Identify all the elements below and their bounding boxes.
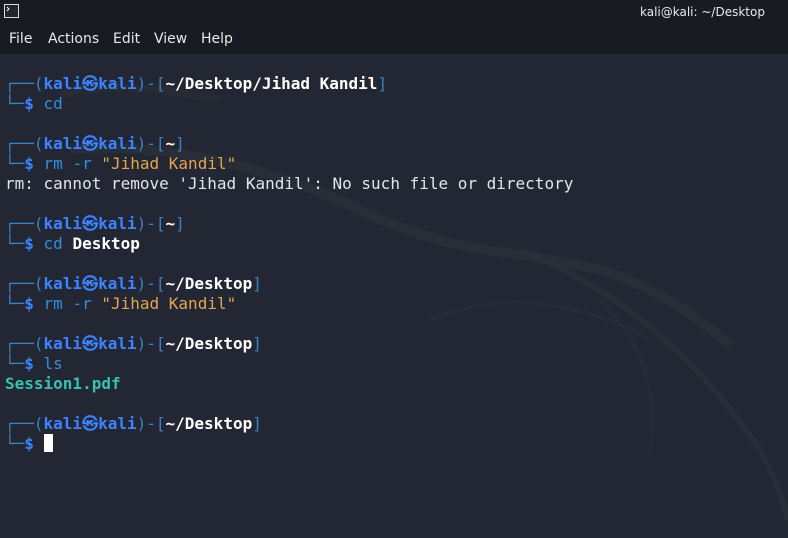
menu-actions[interactable]: Actions <box>48 31 99 47</box>
command: rm -r <box>43 294 92 313</box>
command-string-arg: "Jihad Kandil" <box>101 294 237 313</box>
current-path: ~/Desktop/Jihad Kandil <box>165 74 378 93</box>
prompt-header: ┌──(kali㉿kali)-[~] <box>5 134 185 153</box>
current-path: ~/Desktop <box>165 414 253 433</box>
command-line: └─$ rm -r "Jihad Kandil" <box>5 154 237 173</box>
current-path: ~ <box>165 134 176 153</box>
prompt-header: ┌──(kali㉿kali)-[~/Desktop/Jihad Kandil] <box>5 74 388 93</box>
command-line: └─$ cd <box>5 94 63 113</box>
command-string-arg: "Jihad Kandil" <box>101 154 237 173</box>
prompt-header: ┌──(kali㉿kali)-[~/Desktop] <box>5 334 262 353</box>
command: rm -r <box>43 154 92 173</box>
current-path: ~/Desktop <box>165 334 253 353</box>
title-bar: kali@kali: ~/Desktop <box>0 0 788 24</box>
window-title: kali@kali: ~/Desktop <box>640 5 765 19</box>
kali-skull-icon: ㉿ <box>82 74 99 93</box>
current-path: ~/Desktop <box>165 274 253 293</box>
menu-view[interactable]: View <box>154 31 187 47</box>
kali-skull-icon: ㉿ <box>82 214 99 233</box>
command-output: rm: cannot remove 'Jihad Kandil': No suc… <box>5 174 574 193</box>
command-line: └─$ rm -r "Jihad Kandil" <box>5 294 237 313</box>
prompt-header: ┌──(kali㉿kali)-[~] <box>5 214 185 233</box>
text-cursor <box>43 434 53 452</box>
menu-edit[interactable]: Edit <box>113 31 140 47</box>
current-path: ~ <box>165 214 176 233</box>
active-command-line[interactable]: └─$ <box>5 434 785 454</box>
command-line: └─$ ls <box>5 354 63 373</box>
terminal-icon <box>4 4 19 18</box>
menu-bar: File Actions Edit View Help <box>0 24 788 54</box>
kali-skull-icon: ㉿ <box>82 414 99 433</box>
command: ls <box>43 354 63 373</box>
kali-skull-icon: ㉿ <box>82 274 99 293</box>
terminal-window: kali@kali: ~/Desktop File Actions Edit V… <box>0 0 788 538</box>
file-listing-item: Session1.pdf <box>5 374 121 393</box>
kali-skull-icon: ㉿ <box>82 334 99 353</box>
command: cd <box>43 234 63 253</box>
prompt-header: ┌──(kali㉿kali)-[~/Desktop] <box>5 414 262 433</box>
command-line: └─$ cd Desktop <box>5 234 140 253</box>
terminal-output[interactable]: ┌──(kali㉿kali)-[~/Desktop/Jihad Kandil] … <box>5 74 785 534</box>
menu-help[interactable]: Help <box>201 31 233 47</box>
menu-file[interactable]: File <box>9 31 32 47</box>
command: cd <box>43 94 63 113</box>
kali-skull-icon: ㉿ <box>82 134 99 153</box>
prompt-header: ┌──(kali㉿kali)-[~/Desktop] <box>5 274 262 293</box>
command-arg: Desktop <box>72 234 140 253</box>
